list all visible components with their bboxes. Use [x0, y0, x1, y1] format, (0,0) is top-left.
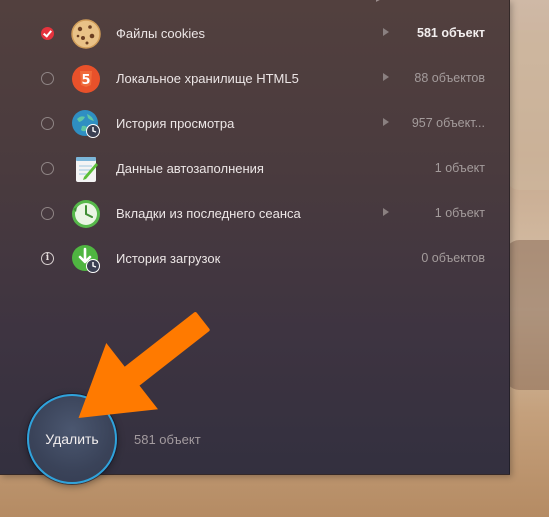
annotation-arrow-icon — [78, 312, 210, 419]
